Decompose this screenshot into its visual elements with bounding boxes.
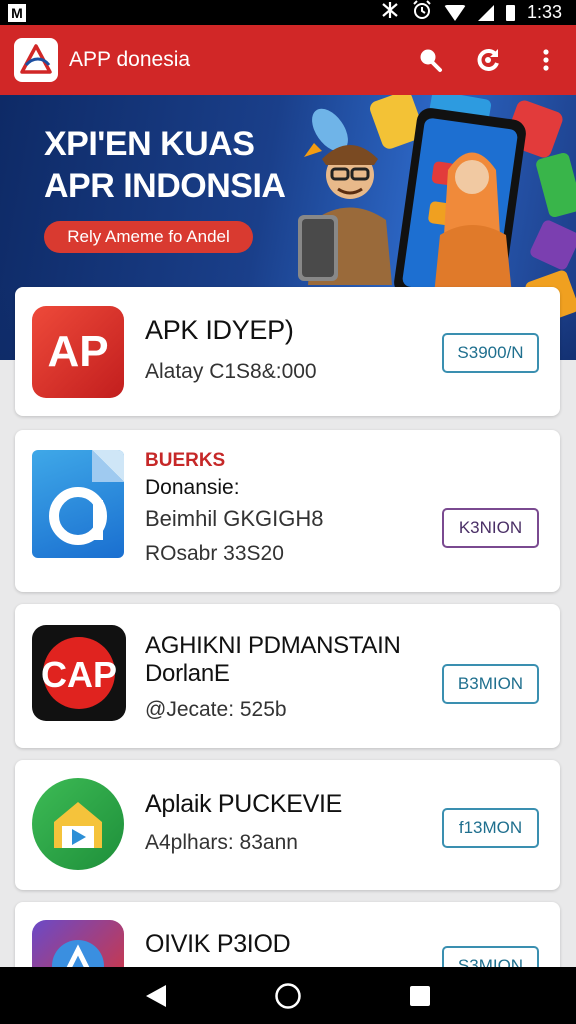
app-title-line2: DorlanE <box>145 660 230 687</box>
install-button[interactable]: B3MION <box>442 664 539 704</box>
notification-icon <box>380 1 400 24</box>
more-vert-icon <box>543 49 549 71</box>
app-title: APP donesia <box>69 48 191 71</box>
battery-icon <box>505 4 515 21</box>
install-button[interactable]: f13MON <box>442 808 539 848</box>
status-time: 1:33 <box>526 2 562 22</box>
app-subtitle: A4plhars: 83ann <box>145 831 298 854</box>
wifi-icon <box>443 4 466 21</box>
svg-text:CAP: CAP <box>41 654 117 695</box>
recents-button[interactable] <box>400 976 440 1016</box>
recents-icon <box>410 985 430 1006</box>
refresh-button[interactable] <box>474 46 502 74</box>
back-button[interactable] <box>136 976 176 1016</box>
app-title: Aplaik PUCKEVIE <box>145 790 342 818</box>
banner-cta-button[interactable]: Rely Ameme fo Andel <box>44 221 253 253</box>
app-title: Donansie: <box>145 476 240 499</box>
app-card[interactable]: BUERKS Donansie: Beimhil GKGIGH8 ROsabr … <box>15 430 560 592</box>
home-button[interactable] <box>268 976 308 1016</box>
app-card[interactable]: CAP AGHIKNI PDMANSTAIN DorlanE @Jecate: … <box>15 604 560 748</box>
banner-title: XPI'EN KUAS APR INDONSIA <box>44 125 286 205</box>
app-logo[interactable] <box>14 38 58 82</box>
app-subtitle: Beimhil GKGIGH8 <box>145 506 324 531</box>
app-title: AGHIKNI PDMANSTAIN <box>145 632 401 659</box>
play-house-icon <box>32 778 124 870</box>
back-icon <box>146 984 166 1007</box>
app-card[interactable]: AP APK IDYEP) Alatay C1S8&:000 S3900/N <box>15 287 560 416</box>
alarm-icon <box>412 0 432 25</box>
app-title: APK IDYEP) <box>145 315 294 345</box>
status-bar: M 1:33 <box>0 0 576 25</box>
screen: M 1:33 APP donesia XPI'EN KUAS APR INDON… <box>0 0 576 1024</box>
app-subtitle: @Jecate: 525b <box>145 698 287 721</box>
cap-logo-icon: CAP <box>32 625 126 721</box>
refresh-icon <box>477 49 499 71</box>
app-title: OIVIK P3IOD <box>145 930 291 958</box>
install-button[interactable]: S3900/N <box>442 333 539 373</box>
install-button[interactable]: K3NION <box>442 508 539 548</box>
app-tag: BUERKS <box>145 450 226 471</box>
app-meta: ROsabr 33S20 <box>145 542 284 565</box>
app-card[interactable]: Aplaik PUCKEVIE A4plhars: 83ann f13MON <box>15 760 560 890</box>
document-a-icon <box>32 450 124 558</box>
svg-text:AP: AP <box>47 327 108 376</box>
more-options-button[interactable] <box>532 46 560 74</box>
app-subtitle: Alatay C1S8&:000 <box>145 360 317 383</box>
app-bar: APP donesia <box>0 25 576 95</box>
search-button[interactable] <box>416 46 444 74</box>
signal-icon <box>477 4 494 21</box>
status-app-icon: M <box>8 3 26 22</box>
search-icon <box>420 49 442 72</box>
navigation-bar <box>0 967 576 1024</box>
home-icon <box>275 982 301 1009</box>
ap-red-icon: AP <box>32 306 124 398</box>
